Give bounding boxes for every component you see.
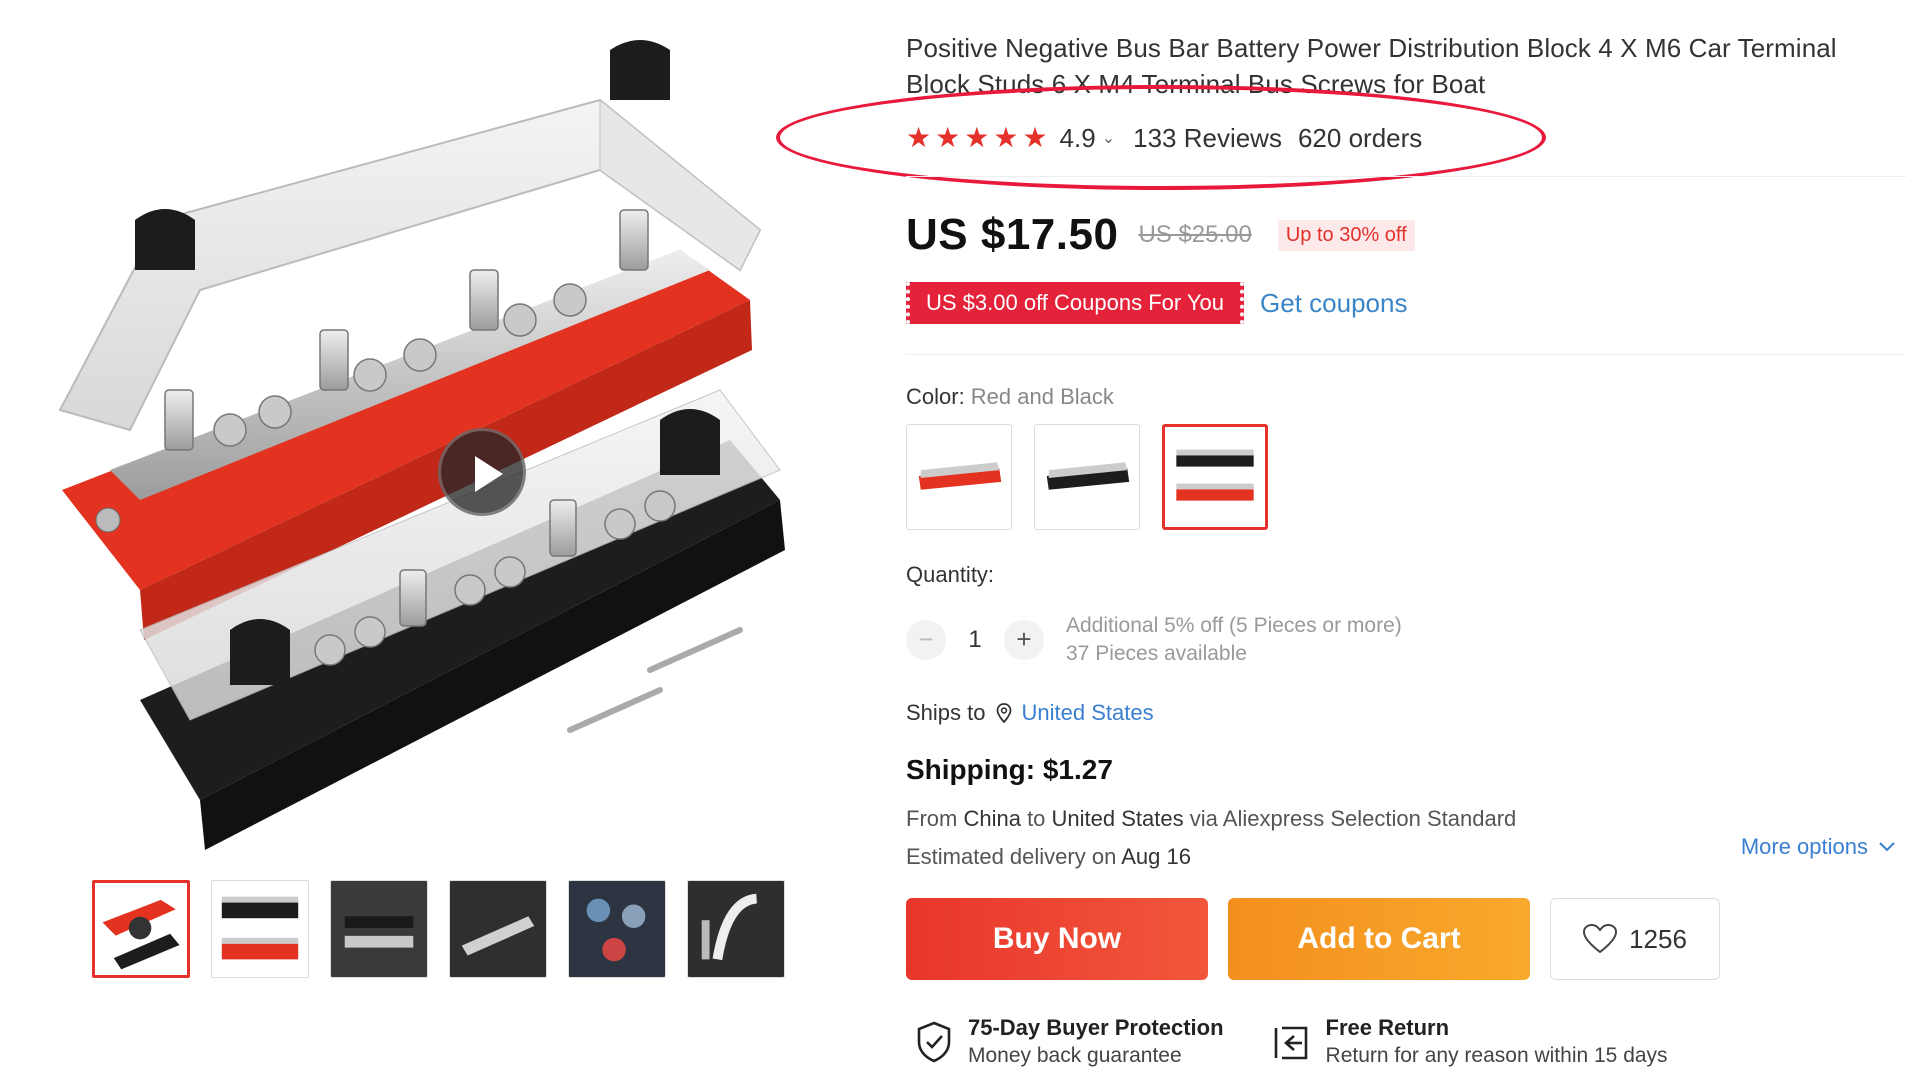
ships-to-label: Ships to <box>906 700 986 725</box>
discount-badge: Up to 30% off <box>1277 219 1415 251</box>
star-rating[interactable]: ★ ★ ★ ★ ★ <box>906 124 1048 152</box>
more-options-label: More options <box>1740 834 1868 859</box>
thumbnail-image <box>569 881 665 977</box>
product-title: Positive Negative Bus Bar Battery Power … <box>906 33 1837 99</box>
delivery-estimate: Estimated delivery on Aug 16 <box>906 844 1191 870</box>
thumbnail-5[interactable] <box>568 880 666 978</box>
color-swatch-black[interactable] <box>1034 424 1140 530</box>
star-icon: ★ <box>906 122 932 153</box>
to-country: United States <box>1051 806 1184 831</box>
estimate-date: Aug 16 <box>1121 844 1191 869</box>
heart-icon <box>1583 924 1618 954</box>
product-gallery <box>40 30 860 1050</box>
get-coupons-link[interactable]: Get coupons <box>1260 288 1407 319</box>
purchase-actions: Buy Now Add to Cart 1256 <box>906 898 1720 980</box>
current-price: US $17.50 <box>906 210 1119 259</box>
shipping-route: From China to United States via Aliexpre… <box>906 806 1516 832</box>
ship-country-link[interactable]: United States <box>1022 700 1154 726</box>
protection-subtitle: Money back guarantee <box>968 1044 1182 1067</box>
thumbnail-image <box>450 881 546 977</box>
quantity-increase-button[interactable]: + <box>1004 620 1044 660</box>
return-subtitle: Return for any reason within 15 days <box>1325 1044 1668 1067</box>
shipping-cost: Shipping: $1.27 <box>906 754 1113 785</box>
color-swatch-red[interactable] <box>906 424 1012 530</box>
protection-title: 75-Day Buyer Protection <box>968 1015 1224 1040</box>
rating-row: ★ ★ ★ ★ ★ 4.9 ⌄ 133 Reviews 620 orders <box>906 118 1422 158</box>
estimate-prefix: Estimated delivery on <box>906 844 1117 869</box>
quantity-decrease-button[interactable]: − <box>906 620 946 660</box>
to-prefix: to <box>1027 806 1046 831</box>
guarantees: 75-Day Buyer Protection Money back guara… <box>914 1014 1668 1070</box>
wishlist-count: 1256 <box>1629 923 1687 954</box>
color-label-text: Color: <box>906 384 971 409</box>
wishlist-button[interactable]: 1256 <box>1550 898 1720 980</box>
color-swatches <box>906 424 1268 530</box>
reviews-link[interactable]: 133 Reviews <box>1133 123 1282 154</box>
rating-value[interactable]: 4.9 <box>1060 123 1096 154</box>
thumbnail-image <box>212 881 308 977</box>
coupon-badge[interactable]: US $3.00 off Coupons For You <box>906 282 1245 324</box>
return-icon <box>1274 1026 1307 1060</box>
swatch-image <box>1046 462 1130 490</box>
buy-now-button[interactable]: Buy Now <box>906 898 1208 980</box>
thumbnail-3[interactable] <box>330 880 428 978</box>
location-pin-icon <box>996 703 1011 723</box>
thumbnail-2[interactable] <box>211 880 309 978</box>
main-product-image[interactable] <box>40 30 860 860</box>
quantity-input[interactable]: 1 <box>946 626 1004 654</box>
original-price: US $25.00 <box>1138 221 1252 248</box>
color-label: Color: Red and Black <box>906 384 1114 410</box>
thumbnail-6[interactable] <box>687 880 785 978</box>
buyer-protection[interactable]: 75-Day Buyer Protection Money back guara… <box>914 1014 1224 1070</box>
orders-count: 620 orders <box>1297 122 1423 153</box>
bulk-discount-note: Additional 5% off (5 Pieces or more) <box>1066 614 1402 637</box>
divider <box>906 176 1906 177</box>
from-prefix: From <box>906 806 958 831</box>
thumbnail-4[interactable] <box>449 880 547 978</box>
chevron-down-icon[interactable]: ⌄ <box>1102 128 1115 148</box>
free-return[interactable]: Free Return Return for any reason within… <box>1272 1014 1668 1070</box>
swatch-image <box>1176 449 1254 501</box>
quantity-stepper: − 1 + Additional 5% off (5 Pieces or mor… <box>906 612 1402 668</box>
price-row: US $17.50 US $25.00 Up to 30% off <box>906 210 1415 260</box>
quantity-note: Additional 5% off (5 Pieces or more) 37 … <box>1066 612 1402 668</box>
shipping-method: via Aliexpress Selection Standard <box>1189 806 1517 831</box>
star-icon: ★ <box>1022 122 1048 153</box>
coupon-row: US $3.00 off Coupons For You Get coupons <box>906 282 1407 324</box>
thumbnail-image <box>331 881 427 977</box>
swatch-image <box>918 462 1002 490</box>
from-country: China <box>963 806 1021 831</box>
thumbnail-image <box>688 881 784 977</box>
ships-to-row: Ships to United States <box>906 700 1154 726</box>
play-icon <box>475 456 503 492</box>
thumbnail-strip <box>92 880 785 980</box>
divider <box>906 354 1906 355</box>
star-icon: ★ <box>935 122 961 153</box>
quantity-label: Quantity: <box>906 562 995 587</box>
more-options-link[interactable]: More options <box>1741 834 1896 860</box>
add-to-cart-button[interactable]: Add to Cart <box>1228 898 1530 980</box>
play-video-button[interactable] <box>438 428 526 516</box>
return-title: Free Return <box>1325 1015 1450 1040</box>
star-icon: ★ <box>964 122 990 153</box>
shield-check-icon <box>917 1021 951 1063</box>
thumbnail-1[interactable] <box>92 880 190 978</box>
product-info: Positive Negative Bus Bar Battery Power … <box>776 0 1906 1080</box>
color-selected-value: Red and Black <box>970 384 1114 409</box>
availability-note: 37 Pieces available <box>1066 642 1247 665</box>
color-swatch-red-and-black[interactable] <box>1162 424 1268 530</box>
star-icon: ★ <box>993 122 1019 153</box>
thumbnail-image <box>95 883 187 975</box>
chevron-down-icon <box>1879 842 1895 852</box>
